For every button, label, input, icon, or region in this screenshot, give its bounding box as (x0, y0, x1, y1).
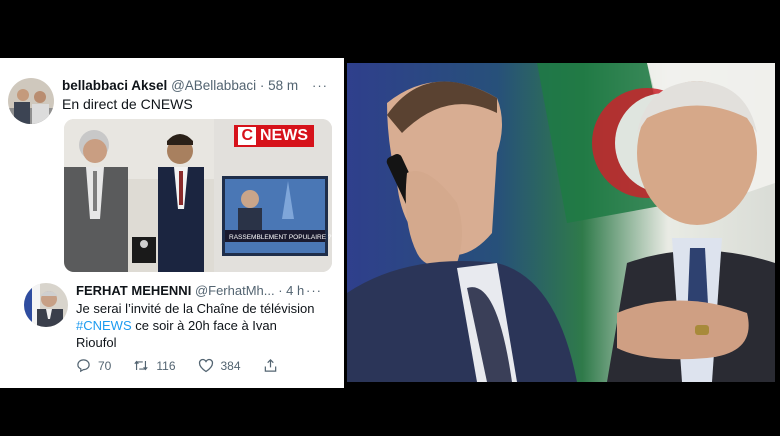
tv-screen: RASSEMBLEMENT POPULAIRE ? (222, 176, 332, 256)
reply-button[interactable]: 70 (76, 358, 111, 373)
quoted-timestamp[interactable]: · 4 h (278, 283, 304, 298)
like-icon (198, 358, 213, 373)
quoted-text: Je serai l’invité de la Chaîne de télévi… (76, 300, 326, 351)
quoted-text-line3: Rioufol (76, 335, 117, 350)
hashtag-link[interactable]: #CNEWS (76, 318, 132, 333)
cnews-logo: C NEWS (234, 125, 314, 147)
quoted-more-icon[interactable]: ··· (306, 283, 322, 298)
share-icon (264, 359, 276, 372)
author-display-name[interactable]: bellabbaci Aksel (62, 78, 167, 93)
quoted-handle[interactable]: @FerhatMh... (195, 283, 275, 298)
like-button[interactable]: 384 (198, 358, 241, 373)
quoted-display-name[interactable]: FERHAT MEHENNI (76, 283, 191, 298)
author-avatar[interactable] (8, 78, 54, 124)
quoted-text-line2: #CNEWS ce soir à 20h face à Ivan (76, 317, 326, 334)
like-count: 384 (220, 358, 241, 373)
leaders-photo (347, 63, 775, 382)
retweet-count: 116 (156, 358, 176, 373)
cnews-logo-text: NEWS (260, 127, 308, 144)
tweet-more-icon[interactable]: ··· (312, 78, 328, 93)
tweet-actions: 70 116 384 (76, 358, 307, 373)
tweet-media-image[interactable]: RASSEMBLEMENT POPULAIRE ? C NEWS (64, 119, 332, 272)
author-handle[interactable]: @ABellabbaci (171, 78, 256, 93)
tweet-author-line: bellabbaci Aksel @ABellabbaci · 58 m (62, 78, 298, 93)
tv-banner-text: RASSEMBLEMENT POPULAIRE ? (229, 234, 332, 241)
retweet-button[interactable]: 116 (133, 358, 176, 373)
quoted-text-line2-rest: ce soir à 20h face à Ivan (131, 318, 277, 333)
quoted-author-avatar[interactable] (24, 283, 68, 327)
tweet-timestamp[interactable]: · 58 m (260, 78, 298, 93)
tweet-text: En direct de CNEWS (62, 96, 193, 112)
retweet-icon (134, 360, 149, 371)
quoted-author-line: FERHAT MEHENNI @FerhatMh... · 4 h (76, 283, 304, 298)
reply-count: 70 (98, 358, 112, 373)
share-button[interactable] (263, 358, 285, 373)
reply-icon (77, 359, 90, 373)
cnews-logo-c: C (238, 127, 256, 145)
quoted-text-line1: Je serai l’invité de la Chaîne de télévi… (76, 301, 315, 316)
